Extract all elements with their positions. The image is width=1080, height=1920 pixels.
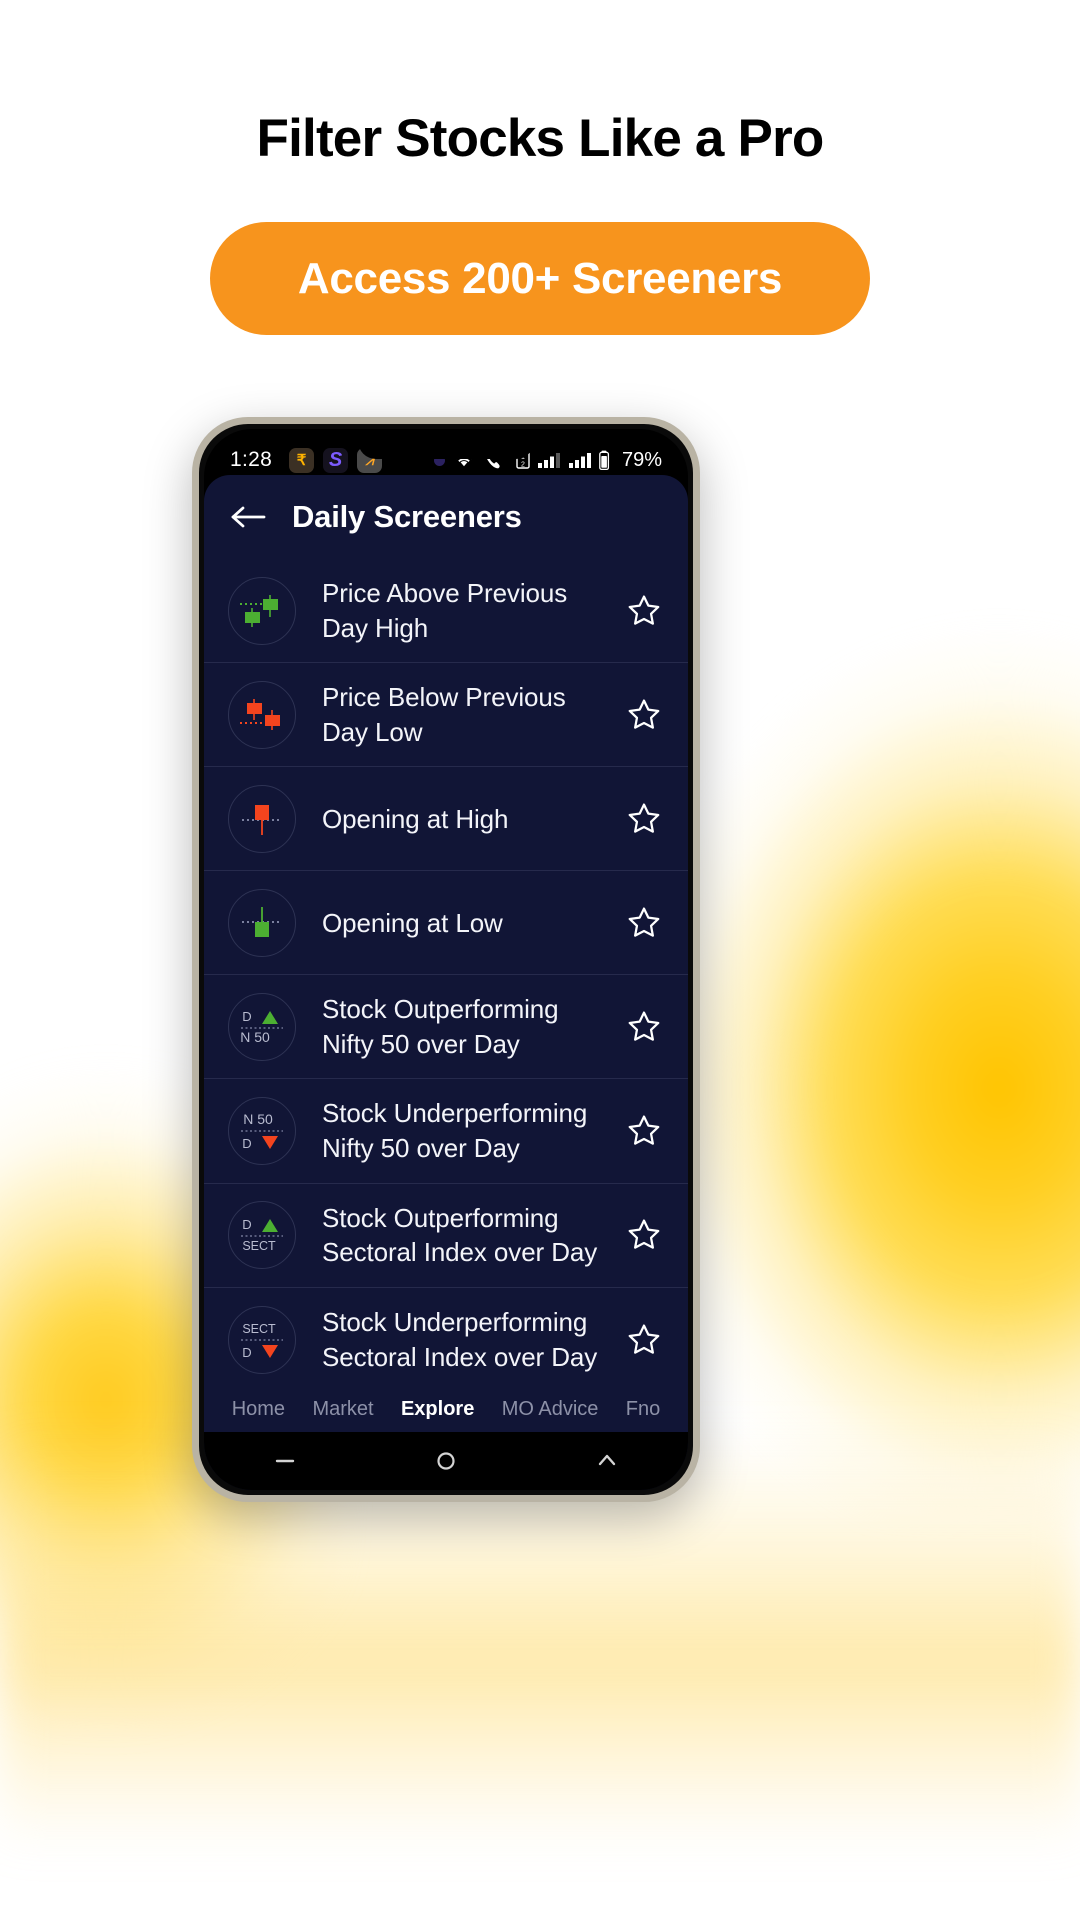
nav-item-home[interactable]: Home — [232, 1398, 285, 1421]
badge-top-label: N 50 — [243, 1111, 273, 1127]
candle-open-low-icon — [228, 888, 296, 957]
favorite-star-icon[interactable] — [626, 905, 662, 941]
list-item-label: Opening at High — [322, 803, 509, 834]
badge-sect-d-down-icon: SECT D — [228, 1305, 296, 1374]
favorite-star-icon[interactable] — [626, 697, 662, 733]
badge-d-n50-up-icon: D N 50 — [228, 992, 296, 1061]
favorite-star-icon[interactable] — [626, 1009, 662, 1045]
list-item-label: Stock Outperforming Nifty 50 over Day — [322, 994, 559, 1059]
cta-button-label: Access 200+ Screeners — [297, 253, 783, 303]
list-item-label: Stock Underperforming Nifty 50 over Day — [322, 1098, 588, 1164]
screener-list: Price Above Previous Day High Price Belo… — [204, 559, 688, 1392]
nav-item-fno[interactable]: Fno — [626, 1398, 660, 1421]
status-bar-time: 1:28 — [230, 448, 273, 471]
list-item[interactable]: N 50 D Stock Underperforming Nifty 50 ov… — [204, 1079, 688, 1184]
phone-mockup: 1:28 ₹ S ⩘ 2 79% Daily Screeners Price A… — [192, 417, 700, 1502]
favorite-star-icon[interactable] — [626, 1113, 662, 1149]
favorite-star-icon[interactable] — [626, 593, 662, 629]
signal-icon — [568, 453, 591, 468]
badge-top-label: SECT — [242, 1322, 276, 1336]
list-item-label: Stock Outperforming Sectoral Index over … — [322, 1202, 598, 1268]
recents-icon[interactable] — [268, 1444, 302, 1478]
triangle-up-icon — [262, 1010, 278, 1024]
nav-item-mo-advice[interactable]: MO Advice — [502, 1398, 599, 1421]
list-item-label: Price Below Previous Day Low — [322, 682, 566, 747]
battery-percent: 79% — [621, 448, 662, 471]
triangle-down-icon — [262, 1344, 278, 1358]
triangle-down-icon — [262, 1136, 278, 1150]
back-arrow-icon[interactable] — [230, 502, 268, 532]
badge-n50-d-down-icon: N 50 D — [228, 1097, 296, 1166]
list-item-label: Price Above Previous Day High — [322, 578, 568, 643]
list-item[interactable]: Opening at Low — [204, 871, 688, 976]
rupee-icon: ₹ — [289, 447, 315, 473]
badge-bottom-label: N 50 — [240, 1029, 270, 1045]
badge-bottom-label: D — [242, 1136, 251, 1151]
svg-text:2: 2 — [521, 462, 525, 469]
app-screen-title: Daily Screeners — [292, 499, 522, 534]
favorite-star-icon[interactable] — [626, 1322, 662, 1358]
list-item[interactable]: Opening at High — [204, 767, 688, 872]
list-item[interactable]: SECT D Stock Underperforming Sectoral In… — [204, 1288, 688, 1392]
battery-icon — [599, 450, 610, 470]
list-item[interactable]: D SECT Stock Outperforming Sectoral Inde… — [204, 1184, 688, 1288]
badge-bottom-label: SECT — [242, 1239, 276, 1253]
phone-screen: 1:28 ₹ S ⩘ 2 79% Daily Screeners Price A… — [204, 429, 688, 1490]
phone-notch — [358, 429, 534, 459]
badge-top-label: D — [242, 1217, 251, 1232]
candle-open-high-icon — [228, 784, 296, 853]
list-item-label: Stock Underperforming Sectoral Index ove… — [322, 1307, 598, 1372]
candles-up-icon — [228, 576, 296, 645]
badge-top-label: D — [242, 1009, 251, 1024]
list-item[interactable]: Price Below Previous Day Low — [204, 663, 688, 768]
favorite-star-icon[interactable] — [626, 1217, 662, 1253]
badge-bottom-label: D — [242, 1345, 251, 1360]
snapchat-icon: S — [323, 447, 349, 473]
home-icon[interactable] — [429, 1444, 463, 1478]
cta-button[interactable]: Access 200+ Screeners — [210, 222, 870, 335]
android-system-nav — [204, 1432, 688, 1490]
signal-icon — [537, 453, 560, 468]
favorite-star-icon[interactable] — [626, 801, 662, 837]
bottom-navigation: Home Market Explore MO Advice Fno — [204, 1386, 688, 1432]
list-item[interactable]: Price Above Previous Day High — [204, 559, 688, 664]
app-surface: Daily Screeners Price Above Previous Day… — [204, 475, 688, 1490]
triangle-up-icon — [262, 1219, 278, 1233]
back-icon[interactable] — [590, 1444, 624, 1478]
badge-d-sect-up-icon: D SECT — [228, 1201, 296, 1270]
candles-down-icon — [228, 680, 296, 749]
nav-item-explore[interactable]: Explore — [401, 1398, 474, 1421]
list-item-label: Opening at Low — [322, 907, 503, 938]
nav-item-market[interactable]: Market — [312, 1398, 373, 1421]
page-title: Filter Stocks Like a Pro — [256, 109, 825, 168]
list-item[interactable]: D N 50 Stock Outperforming Nifty 50 over… — [204, 975, 688, 1080]
